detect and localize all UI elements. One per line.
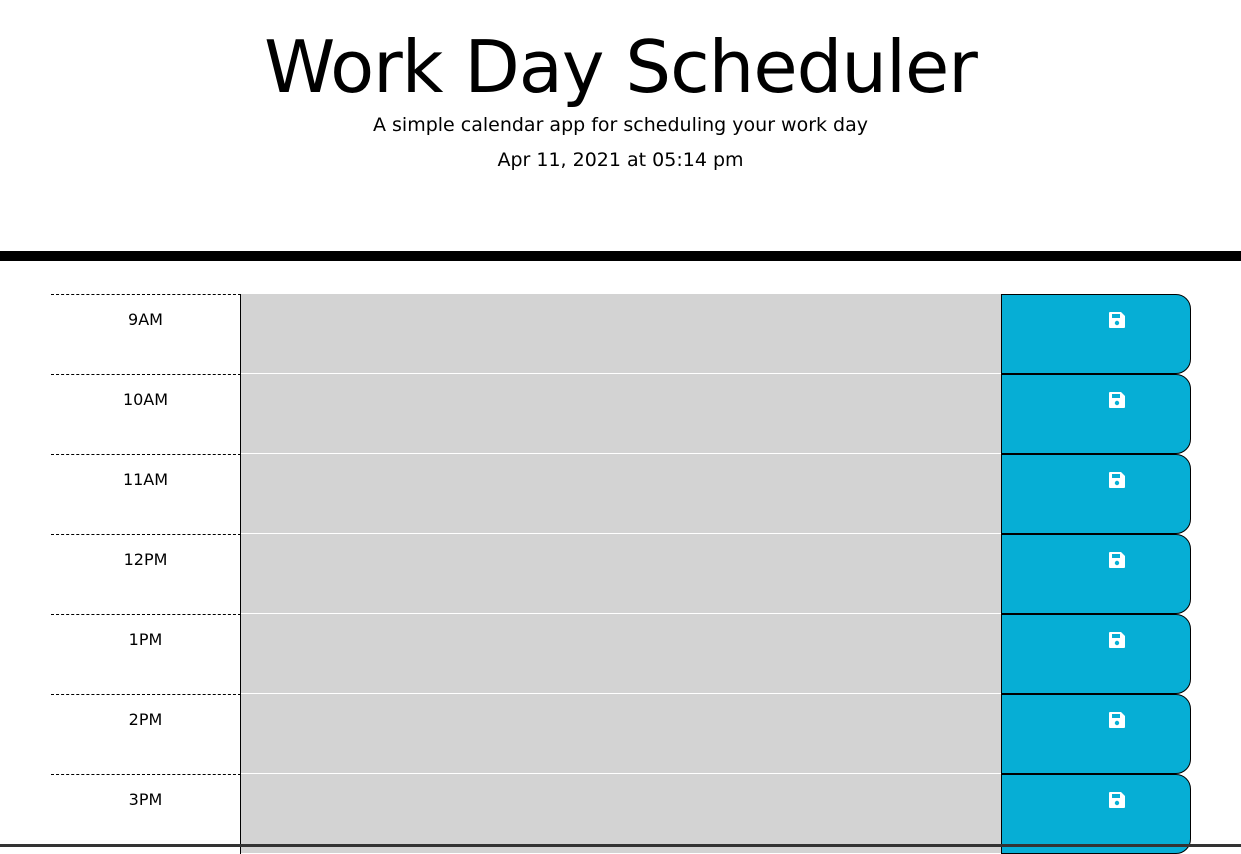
floppy-disk-icon [1109, 392, 1125, 408]
event-description-input[interactable] [241, 774, 1001, 854]
floppy-disk-icon [1109, 312, 1125, 328]
save-button[interactable] [1001, 374, 1191, 454]
event-description-input[interactable] [241, 374, 1001, 454]
time-block-row: 1PM [51, 614, 1191, 694]
floppy-disk-icon [1109, 632, 1125, 648]
event-description-input[interactable] [241, 614, 1001, 694]
schedule-container: 9AM 10AM 11AM 12PM 1PM 2PM 3PM [51, 294, 1191, 854]
time-block-row: 2PM [51, 694, 1191, 774]
hour-label: 11AM [51, 454, 241, 534]
hour-label: 10AM [51, 374, 241, 454]
save-button[interactable] [1001, 694, 1191, 774]
current-date-time: Apr 11, 2021 at 05:14 pm [497, 149, 744, 171]
hour-label: 9AM [51, 294, 241, 374]
floppy-disk-icon [1109, 792, 1125, 808]
floppy-disk-icon [1109, 472, 1125, 488]
floppy-disk-icon [1109, 712, 1125, 728]
event-description-input[interactable] [241, 294, 1001, 374]
header: Work Day Scheduler A simple calendar app… [0, 0, 1241, 261]
time-block-row: 10AM [51, 374, 1191, 454]
hour-label: 2PM [51, 694, 241, 774]
time-block-row: 11AM [51, 454, 1191, 534]
time-block-row: 9AM [51, 294, 1191, 374]
hour-label: 12PM [51, 534, 241, 614]
hour-label: 1PM [51, 614, 241, 694]
event-description-input[interactable] [241, 694, 1001, 774]
save-button[interactable] [1001, 614, 1191, 694]
page-title: Work Day Scheduler [264, 25, 978, 109]
time-block-row: 3PM [51, 774, 1191, 854]
save-button[interactable] [1001, 294, 1191, 374]
floppy-disk-icon [1109, 552, 1125, 568]
time-block-row: 12PM [51, 534, 1191, 614]
event-description-input[interactable] [241, 534, 1001, 614]
save-button[interactable] [1001, 774, 1191, 854]
save-button[interactable] [1001, 454, 1191, 534]
event-description-input[interactable] [241, 454, 1001, 534]
hour-label: 3PM [51, 774, 241, 854]
save-button[interactable] [1001, 534, 1191, 614]
page-subtitle: A simple calendar app for scheduling you… [372, 114, 869, 136]
